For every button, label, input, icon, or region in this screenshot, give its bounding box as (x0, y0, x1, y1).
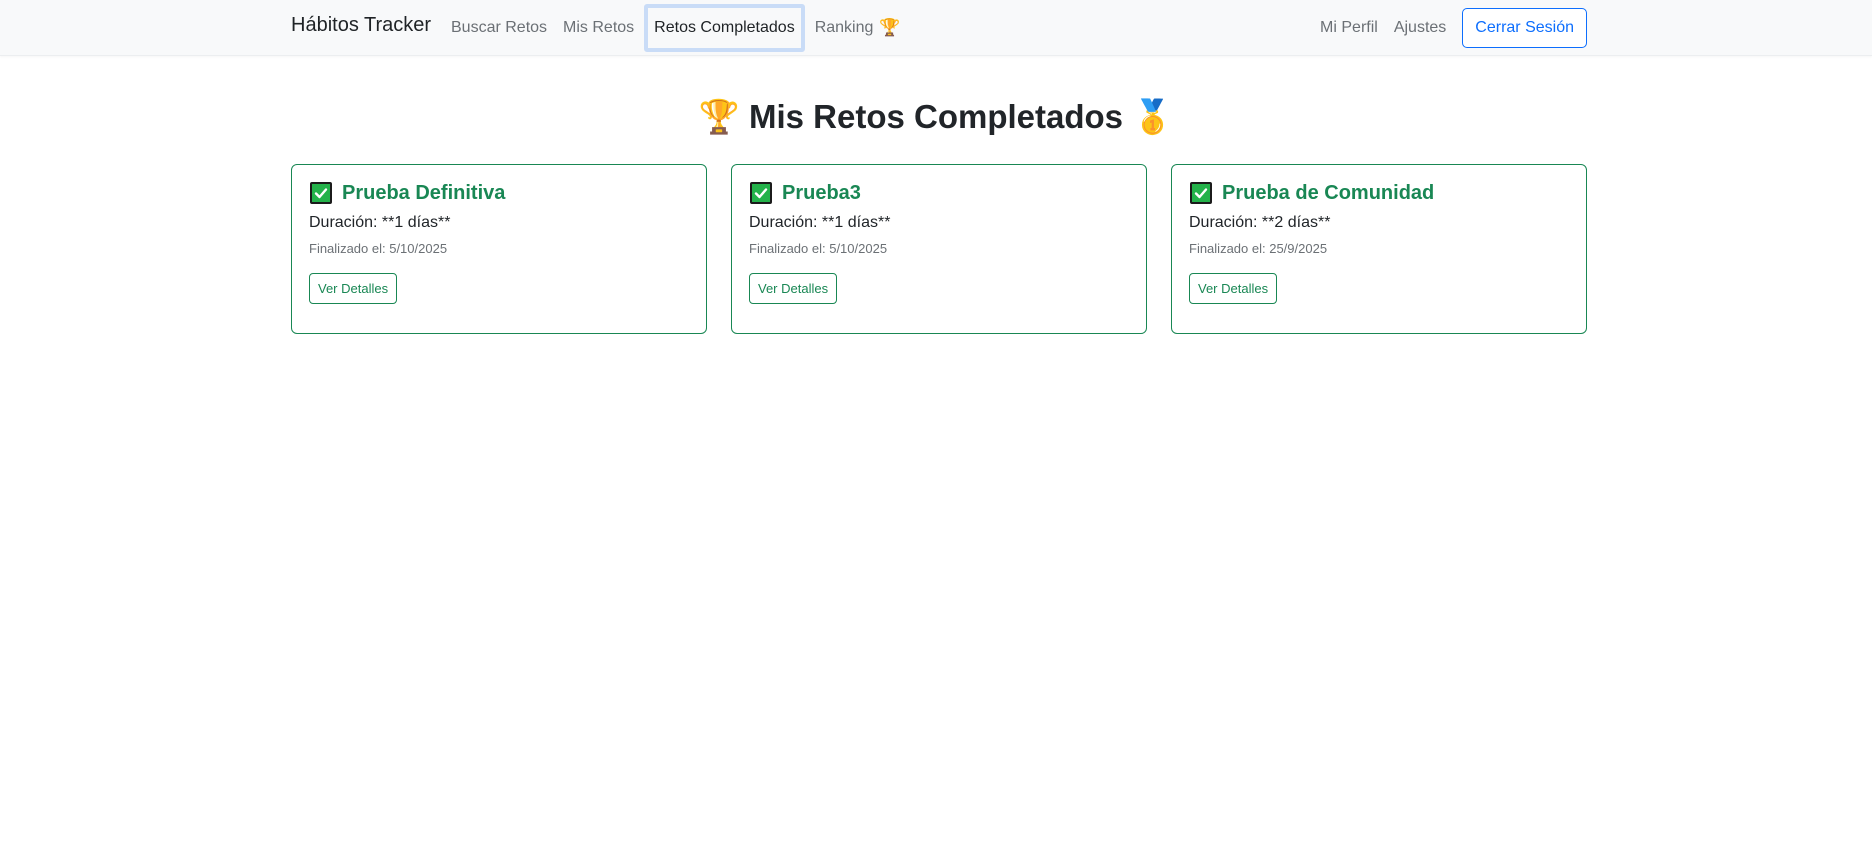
check-mark-icon (1190, 182, 1212, 204)
challenge-name: Prueba3 (782, 181, 861, 204)
nav-link-mi-perfil[interactable]: Mi Perfil (1312, 8, 1386, 48)
nav-link-ajustes[interactable]: Ajustes (1386, 8, 1454, 48)
nav-link-mis-retos[interactable]: Mis Retos (555, 8, 642, 48)
nav-link-retos-completados[interactable]: Retos Completados (644, 4, 805, 52)
challenge-finished-date: Finalizado el: 5/10/2025 (749, 241, 888, 256)
check-mark-icon (750, 182, 772, 204)
nav-link-ranking[interactable]: Ranking 🏆 (807, 8, 909, 48)
challenge-duration: Duración: **1 días** (749, 214, 891, 231)
trophy-icon: 🏆 (698, 98, 740, 135)
check-mark-icon (310, 182, 332, 204)
challenge-card-title: Prueba Definitiva (309, 181, 689, 205)
nav-link-ranking-label: Ranking (814, 19, 874, 36)
view-details-button[interactable]: Ver Detalles (309, 273, 398, 304)
view-details-button[interactable]: Ver Detalles (749, 273, 838, 304)
challenge-finished-date: Finalizado el: 25/9/2025 (1189, 241, 1328, 256)
medal-icon: 🥇 (1132, 98, 1174, 135)
challenge-finished-date: Finalizado el: 5/10/2025 (309, 241, 448, 256)
nav-link-buscar-retos[interactable]: Buscar Retos (443, 8, 555, 48)
challenge-name: Prueba Definitiva (342, 181, 506, 204)
challenge-card: Prueba3 Duración: **1 días** Finalizado … (731, 164, 1147, 334)
navbar: Hábitos Tracker Buscar Retos Mis Retos R… (0, 0, 1872, 56)
page-title-text: Mis Retos Completados (748, 98, 1124, 135)
challenge-duration: Duración: **2 días** (1189, 214, 1331, 231)
logout-button[interactable]: Cerrar Sesión (1462, 8, 1587, 48)
nav-main-links: Buscar Retos Mis Retos Retos Completados… (443, 0, 909, 56)
challenge-duration: Duración: **1 días** (309, 214, 451, 231)
challenge-card-title: Prueba3 (749, 181, 1129, 205)
nav-user-links: Mi Perfil Ajustes Cerrar Sesión (1312, 0, 1587, 56)
trophy-icon: 🏆 (879, 18, 901, 37)
challenge-name: Prueba de Comunidad (1222, 181, 1435, 204)
view-details-button[interactable]: Ver Detalles (1189, 273, 1278, 304)
page-title: 🏆 Mis Retos Completados 🥇 (0, 98, 1872, 137)
brand-link[interactable]: Hábitos Tracker (291, 14, 431, 37)
completed-challenges-list: Prueba Definitiva Duración: **1 días** F… (291, 164, 1587, 334)
challenge-card: Prueba de Comunidad Duración: **2 días**… (1171, 164, 1587, 334)
challenge-card: Prueba Definitiva Duración: **1 días** F… (291, 164, 707, 334)
challenge-card-title: Prueba de Comunidad (1189, 181, 1569, 205)
